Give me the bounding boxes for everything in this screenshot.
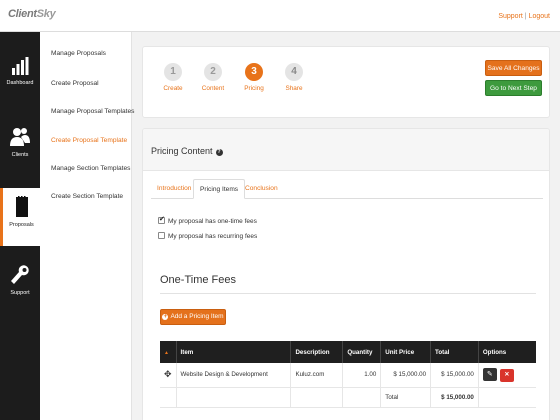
nav-item-dashboard[interactable]: Dashboard <box>0 56 40 118</box>
step-label: Share <box>285 85 303 92</box>
edit-item-button[interactable]: ✎ <box>482 367 497 381</box>
sort-column-header[interactable]: ▲ <box>160 341 177 363</box>
column-header-unit-price[interactable]: Unit Price <box>380 341 432 363</box>
submenu-manage-proposal-templates[interactable]: Manage Proposal Templates <box>51 108 134 115</box>
top-links: Support | Logout <box>498 13 550 20</box>
step-label: Pricing <box>244 85 264 92</box>
save-all-changes-button[interactable]: Save All Changes <box>485 60 542 76</box>
tab-pricing-items[interactable]: Pricing Items <box>193 179 246 199</box>
step-label: Create <box>163 85 183 92</box>
submenu-manage-proposals[interactable]: Manage Proposals <box>51 50 106 57</box>
step-progress-card: 1 Create 2 Content 3 Pricing 4 Share Sav… <box>142 46 550 118</box>
cell-total: $ 15,000.00 <box>430 363 479 388</box>
main-nav: Dashboard Clients Proposals Support <box>0 32 40 420</box>
tab-conclusion[interactable]: Conclusion <box>239 179 284 199</box>
one-time-fees-label: My proposal has one-time fees <box>168 218 257 225</box>
step-pricing[interactable]: 3 Pricing <box>239 63 269 92</box>
pricing-content-card: Pricing Content? Introduction Pricing It… <box>142 128 550 420</box>
step-number: 3 <box>245 63 263 81</box>
nav-label-support: Support <box>10 290 30 296</box>
top-bar: ClientSky Support | Logout <box>0 0 560 32</box>
delete-item-button[interactable]: ✕ <box>499 368 514 382</box>
nav-label-clients: Clients <box>11 152 29 158</box>
one-time-fees-checkbox[interactable] <box>158 215 165 224</box>
table-header-row: ▲ Item Description Quantity Unit Price T… <box>160 341 536 363</box>
total-label: Total <box>380 387 432 408</box>
submenu-create-proposal[interactable]: Create Proposal <box>51 80 99 87</box>
logo-client: Client <box>8 8 37 20</box>
one-time-fees-title: One-Time Fees <box>160 274 237 286</box>
pricing-tabs: Introduction Pricing Items Conclusion <box>151 179 543 199</box>
submenu-create-proposal-template[interactable]: Create Proposal Template <box>51 137 127 144</box>
main-content: 1 Create 2 Content 3 Pricing 4 Share Sav… <box>132 32 560 420</box>
close-icon: ✕ <box>504 371 510 378</box>
logout-link[interactable]: Logout <box>529 13 550 20</box>
step-content[interactable]: 2 Content <box>198 63 228 92</box>
empty-cell <box>342 387 382 408</box>
submenu-create-section-template[interactable]: Create Section Template <box>51 193 123 200</box>
help-icon[interactable]: ? <box>215 149 223 156</box>
column-header-description[interactable]: Description <box>290 341 344 363</box>
table-total-row: Total $ 15,000.00 <box>160 387 536 408</box>
cell-quantity: 1.00 <box>342 363 382 388</box>
pencil-icon: ✎ <box>486 370 493 378</box>
add-pricing-item-label: Add a Pricing Item <box>170 313 224 320</box>
nav-label-proposals: Proposals <box>9 222 34 228</box>
empty-cell <box>290 387 344 408</box>
table-row: ✥ Website Design & Development Kuluz.com… <box>160 363 536 388</box>
sort-arrow-icon: ▲ <box>164 349 169 356</box>
clientsky-logo[interactable]: ClientSky <box>8 8 56 20</box>
go-to-next-step-button[interactable]: Go to Next Step <box>485 80 542 96</box>
document-icon <box>15 196 28 217</box>
cell-description: Kuluz.com <box>290 363 344 388</box>
empty-cell <box>478 387 536 408</box>
bar-chart-icon <box>12 57 29 75</box>
cell-options: ✎ ✕ <box>478 363 536 388</box>
nav-item-support[interactable]: Support <box>0 264 40 326</box>
nav-label-dashboard: Dashboard <box>6 80 34 86</box>
step-number: 1 <box>164 63 182 81</box>
recurring-fees-checkbox-row[interactable]: My proposal has recurring fees <box>158 232 257 240</box>
users-icon <box>10 128 30 146</box>
logo-sky: Sky <box>36 8 56 20</box>
column-header-item[interactable]: Item <box>176 341 292 363</box>
empty-cell <box>176 387 292 408</box>
step-number: 2 <box>204 63 222 81</box>
section-title: Pricing Content? <box>151 146 223 156</box>
recurring-fees-checkbox[interactable] <box>158 232 165 239</box>
step-number: 4 <box>285 63 303 81</box>
support-link[interactable]: Support <box>498 13 523 20</box>
plus-icon: + <box>162 314 169 320</box>
total-value: $ 15,000.00 <box>430 387 479 408</box>
section-title-text: Pricing Content <box>151 146 213 156</box>
step-share[interactable]: 4 Share <box>279 63 309 92</box>
column-header-quantity[interactable]: Quantity <box>342 341 382 363</box>
one-time-fees-checkbox-row[interactable]: My proposal has one-time fees <box>158 215 257 225</box>
submenu-manage-section-templates[interactable]: Manage Section Templates <box>51 165 130 172</box>
column-header-total[interactable]: Total <box>430 341 479 363</box>
empty-cell <box>160 387 177 408</box>
wrench-icon <box>11 265 29 284</box>
cell-unit-price: $ 15,000.00 <box>380 363 432 388</box>
pricing-header: Pricing Content? <box>143 129 549 171</box>
drag-handle-cell[interactable]: ✥ <box>160 363 177 388</box>
proposals-submenu: Manage Proposals Create Proposal Manage … <box>40 32 134 420</box>
cell-item: Website Design & Development <box>176 363 292 388</box>
move-icon[interactable]: ✥ <box>164 369 172 379</box>
recurring-fees-label: My proposal has recurring fees <box>168 233 258 240</box>
column-header-options: Options <box>478 341 536 363</box>
step-create[interactable]: 1 Create <box>158 63 188 92</box>
nav-item-clients[interactable]: Clients <box>0 126 40 188</box>
pricing-items-table: ▲ Item Description Quantity Unit Price T… <box>160 341 536 408</box>
divider <box>160 293 536 294</box>
add-pricing-item-button[interactable]: + Add a Pricing Item <box>160 309 226 325</box>
nav-item-proposals[interactable]: Proposals <box>0 188 40 246</box>
tab-introduction[interactable]: Introduction <box>151 179 197 199</box>
step-label: Content <box>201 85 225 92</box>
